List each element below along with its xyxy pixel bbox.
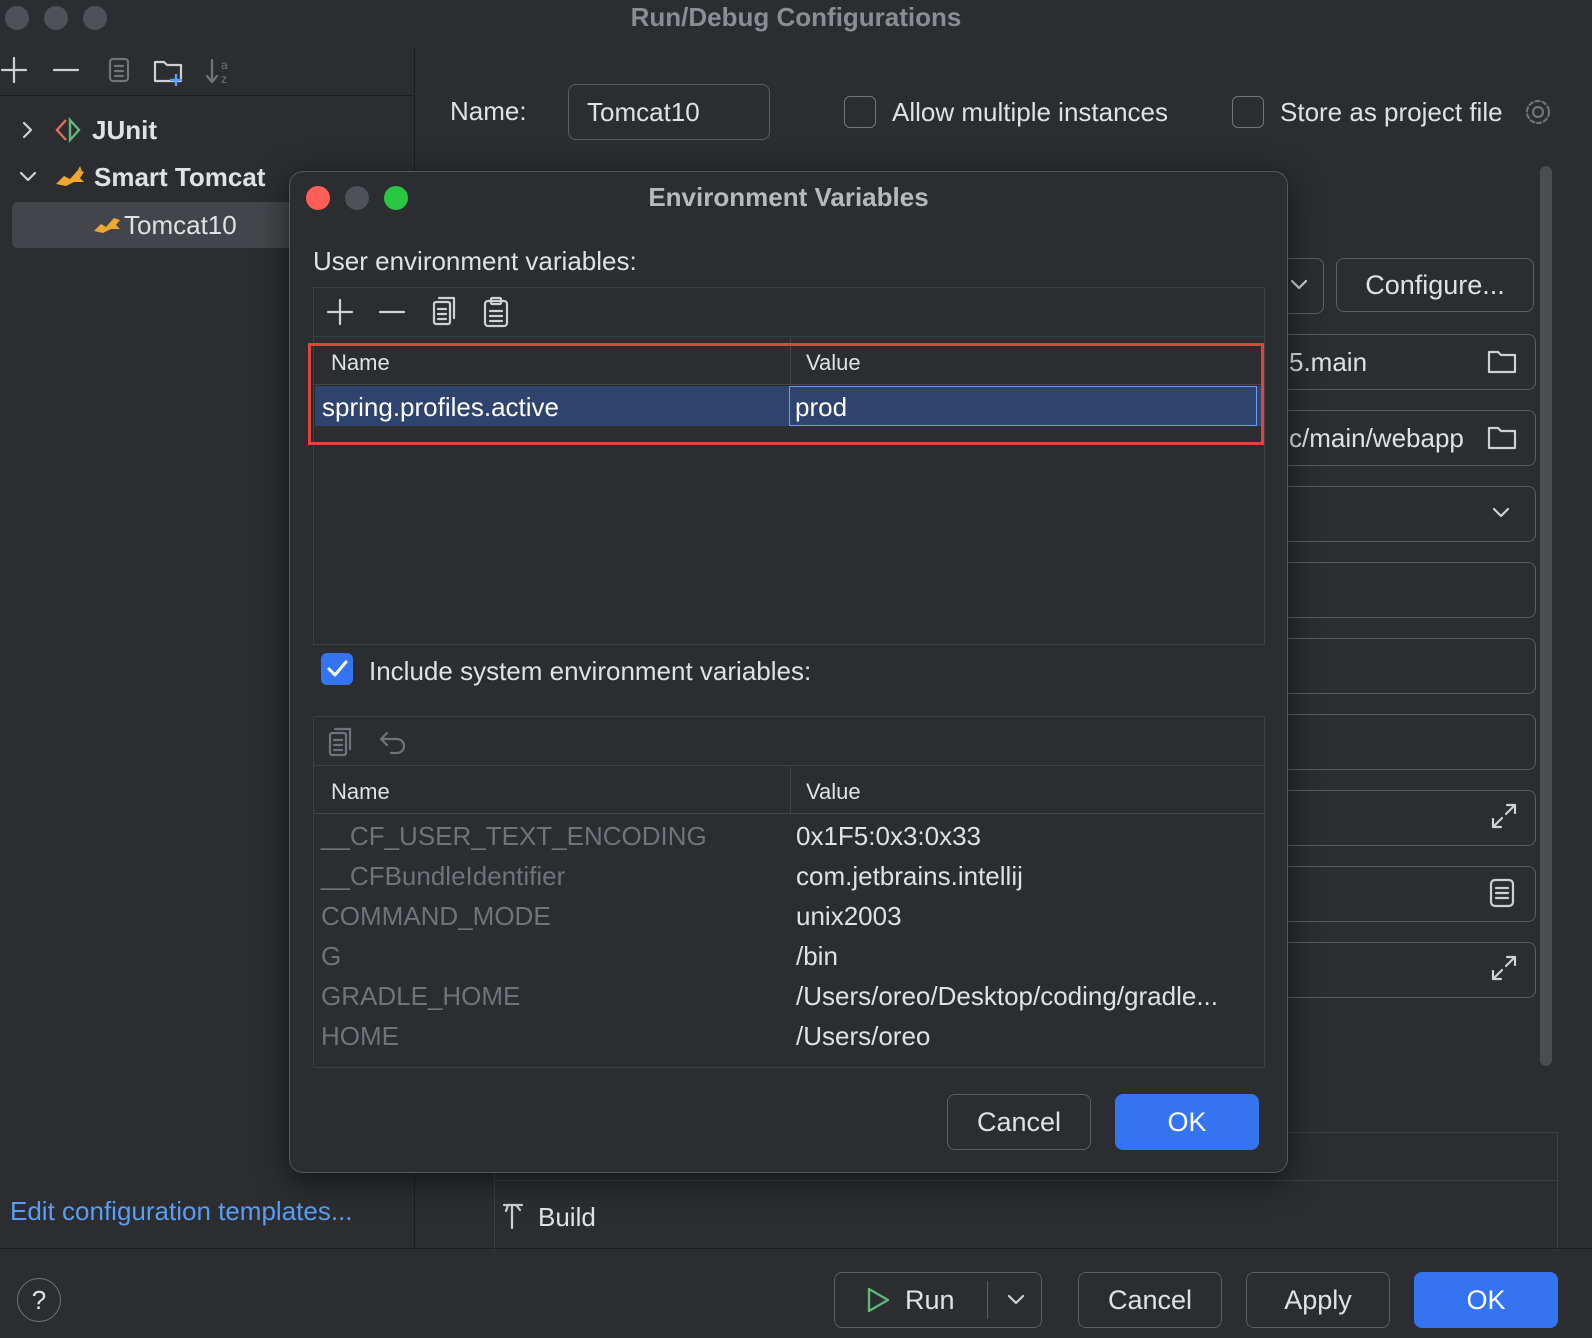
column-header-name[interactable]: Name bbox=[331, 779, 390, 805]
tree-item-label: JUnit bbox=[92, 114, 157, 145]
system-vars-panel: Name Value __CF_USER_TEXT_ENCODING 0x1F5… bbox=[313, 716, 1265, 1068]
env-var-name: GRADLE_HOME bbox=[321, 981, 521, 1011]
env-var-value: com.jetbrains.intellij bbox=[796, 861, 1023, 891]
paste-icon[interactable] bbox=[482, 296, 510, 328]
dialog-title: Environment Variables bbox=[648, 182, 929, 212]
apply-button[interactable]: Apply bbox=[1246, 1272, 1390, 1328]
store-project-checkbox[interactable] bbox=[1232, 96, 1264, 128]
tomcat-icon bbox=[54, 164, 86, 190]
dialog-ok-button[interactable]: OK bbox=[1115, 1094, 1259, 1150]
chevron-down-icon bbox=[1287, 273, 1311, 297]
name-value: Tomcat10 bbox=[587, 97, 700, 127]
store-project-label: Store as project file bbox=[1280, 97, 1503, 127]
tomcat-icon bbox=[92, 213, 122, 237]
svg-text:a: a bbox=[221, 58, 228, 72]
tree-item-smart-tomcat[interactable]: Smart Tomcat bbox=[16, 154, 265, 200]
table-row[interactable]: __CFBundleIdentifier com.jetbrains.intel… bbox=[314, 861, 1264, 901]
env-var-value: /Users/oreo/Desktop/coding/gradle... bbox=[796, 981, 1218, 1011]
browse-icon[interactable] bbox=[1487, 877, 1517, 909]
env-var-name: HOME bbox=[321, 1021, 399, 1051]
include-system-label: Include system environment variables: bbox=[369, 656, 812, 686]
run-label: Run bbox=[905, 1284, 955, 1315]
undo-icon bbox=[378, 727, 408, 757]
path-main-value: 5.main bbox=[1289, 347, 1368, 377]
environment-variables-dialog: Environment Variables User environment v… bbox=[289, 171, 1288, 1173]
allow-multiple-checkbox[interactable] bbox=[844, 96, 876, 128]
dialog-cancel-button[interactable]: Cancel bbox=[947, 1094, 1091, 1150]
run-split bbox=[986, 1281, 988, 1319]
run-button[interactable]: Run bbox=[834, 1272, 1042, 1328]
new-folder-icon[interactable] bbox=[152, 54, 186, 88]
allow-multiple-label: Allow multiple instances bbox=[892, 97, 1169, 127]
chevron-right-icon[interactable] bbox=[16, 118, 40, 142]
user-vars-label: User environment variables: bbox=[313, 246, 637, 276]
env-var-name: __CFBundleIdentifier bbox=[321, 861, 566, 891]
copy-icon[interactable] bbox=[104, 56, 132, 86]
checkmark-icon bbox=[327, 660, 348, 677]
toolbar-divider bbox=[314, 765, 1264, 766]
sort-icon[interactable]: az bbox=[204, 56, 234, 86]
env-var-value: 0x1F5:0x3:0x33 bbox=[796, 821, 982, 851]
toolbar-divider bbox=[0, 95, 414, 96]
table-row[interactable]: GRADLE_HOME /Users/oreo/Desktop/coding/g… bbox=[314, 981, 1264, 1021]
build-task-label[interactable]: Build bbox=[538, 1202, 596, 1233]
copy-icon bbox=[326, 727, 354, 759]
edit-templates-link[interactable]: Edit configuration templates... bbox=[10, 1196, 353, 1227]
ok-button[interactable]: OK bbox=[1414, 1272, 1558, 1328]
add-icon[interactable] bbox=[0, 56, 28, 84]
gear-icon[interactable] bbox=[1522, 96, 1554, 128]
hammer-icon bbox=[498, 1200, 528, 1230]
header-divider bbox=[314, 813, 1264, 814]
scrollbar[interactable] bbox=[1540, 166, 1552, 1066]
panel-divider bbox=[494, 1180, 1556, 1181]
column-divider[interactable] bbox=[790, 767, 791, 813]
add-icon[interactable] bbox=[326, 298, 354, 326]
env-var-value: /Users/oreo bbox=[796, 1021, 931, 1051]
cancel-button[interactable]: Cancel bbox=[1078, 1272, 1222, 1328]
env-var-name: COMMAND_MODE bbox=[321, 901, 551, 931]
help-button[interactable]: ? bbox=[17, 1278, 61, 1322]
expand-icon[interactable] bbox=[1489, 953, 1519, 983]
tree-item-label: Tomcat10 bbox=[124, 209, 237, 240]
env-var-value: /bin bbox=[796, 941, 838, 971]
column-header-value[interactable]: Value bbox=[806, 779, 861, 805]
table-row[interactable]: HOME /Users/oreo bbox=[314, 1021, 1264, 1061]
toolbar-divider bbox=[314, 336, 1264, 337]
junit-icon bbox=[54, 117, 84, 143]
env-var-name: __CF_USER_TEXT_ENCODING bbox=[321, 821, 707, 851]
svg-text:z: z bbox=[221, 72, 227, 86]
chevron-down-icon[interactable] bbox=[16, 165, 40, 189]
tree-item-tomcat10[interactable]: Tomcat10 bbox=[92, 202, 237, 248]
remove-icon[interactable] bbox=[378, 298, 406, 326]
path-webapp-value: c/main/webapp bbox=[1289, 423, 1464, 453]
name-label: Name: bbox=[450, 96, 527, 126]
table-row[interactable]: __CF_USER_TEXT_ENCODING 0x1F5:0x3:0x33 bbox=[314, 821, 1264, 861]
env-var-value: unix2003 bbox=[796, 901, 902, 931]
copy-icon[interactable] bbox=[430, 296, 458, 328]
folder-icon[interactable] bbox=[1487, 347, 1517, 375]
tree-item-junit[interactable]: JUnit bbox=[16, 107, 157, 153]
footer-divider bbox=[0, 1248, 1592, 1249]
chevron-down-icon bbox=[1489, 501, 1513, 525]
expand-icon[interactable] bbox=[1489, 801, 1519, 831]
chevron-down-icon[interactable] bbox=[1004, 1288, 1028, 1312]
user-vars-panel: Name Value spring.profiles.active prod bbox=[313, 287, 1265, 645]
name-field[interactable]: Tomcat10 bbox=[568, 84, 770, 140]
play-icon bbox=[865, 1286, 891, 1314]
configure-button[interactable]: Configure... bbox=[1336, 258, 1534, 312]
remove-icon[interactable] bbox=[52, 56, 80, 84]
env-var-name: G bbox=[321, 941, 342, 971]
table-row[interactable]: COMMAND_MODE unix2003 bbox=[314, 901, 1264, 941]
include-system-checkbox[interactable] bbox=[321, 653, 353, 685]
folder-icon[interactable] bbox=[1487, 423, 1517, 451]
window-title: Run/Debug Configurations bbox=[630, 2, 962, 32]
table-row[interactable]: G /bin bbox=[314, 941, 1264, 981]
tree-item-label: Smart Tomcat bbox=[94, 161, 266, 192]
highlight-box bbox=[308, 343, 1264, 445]
